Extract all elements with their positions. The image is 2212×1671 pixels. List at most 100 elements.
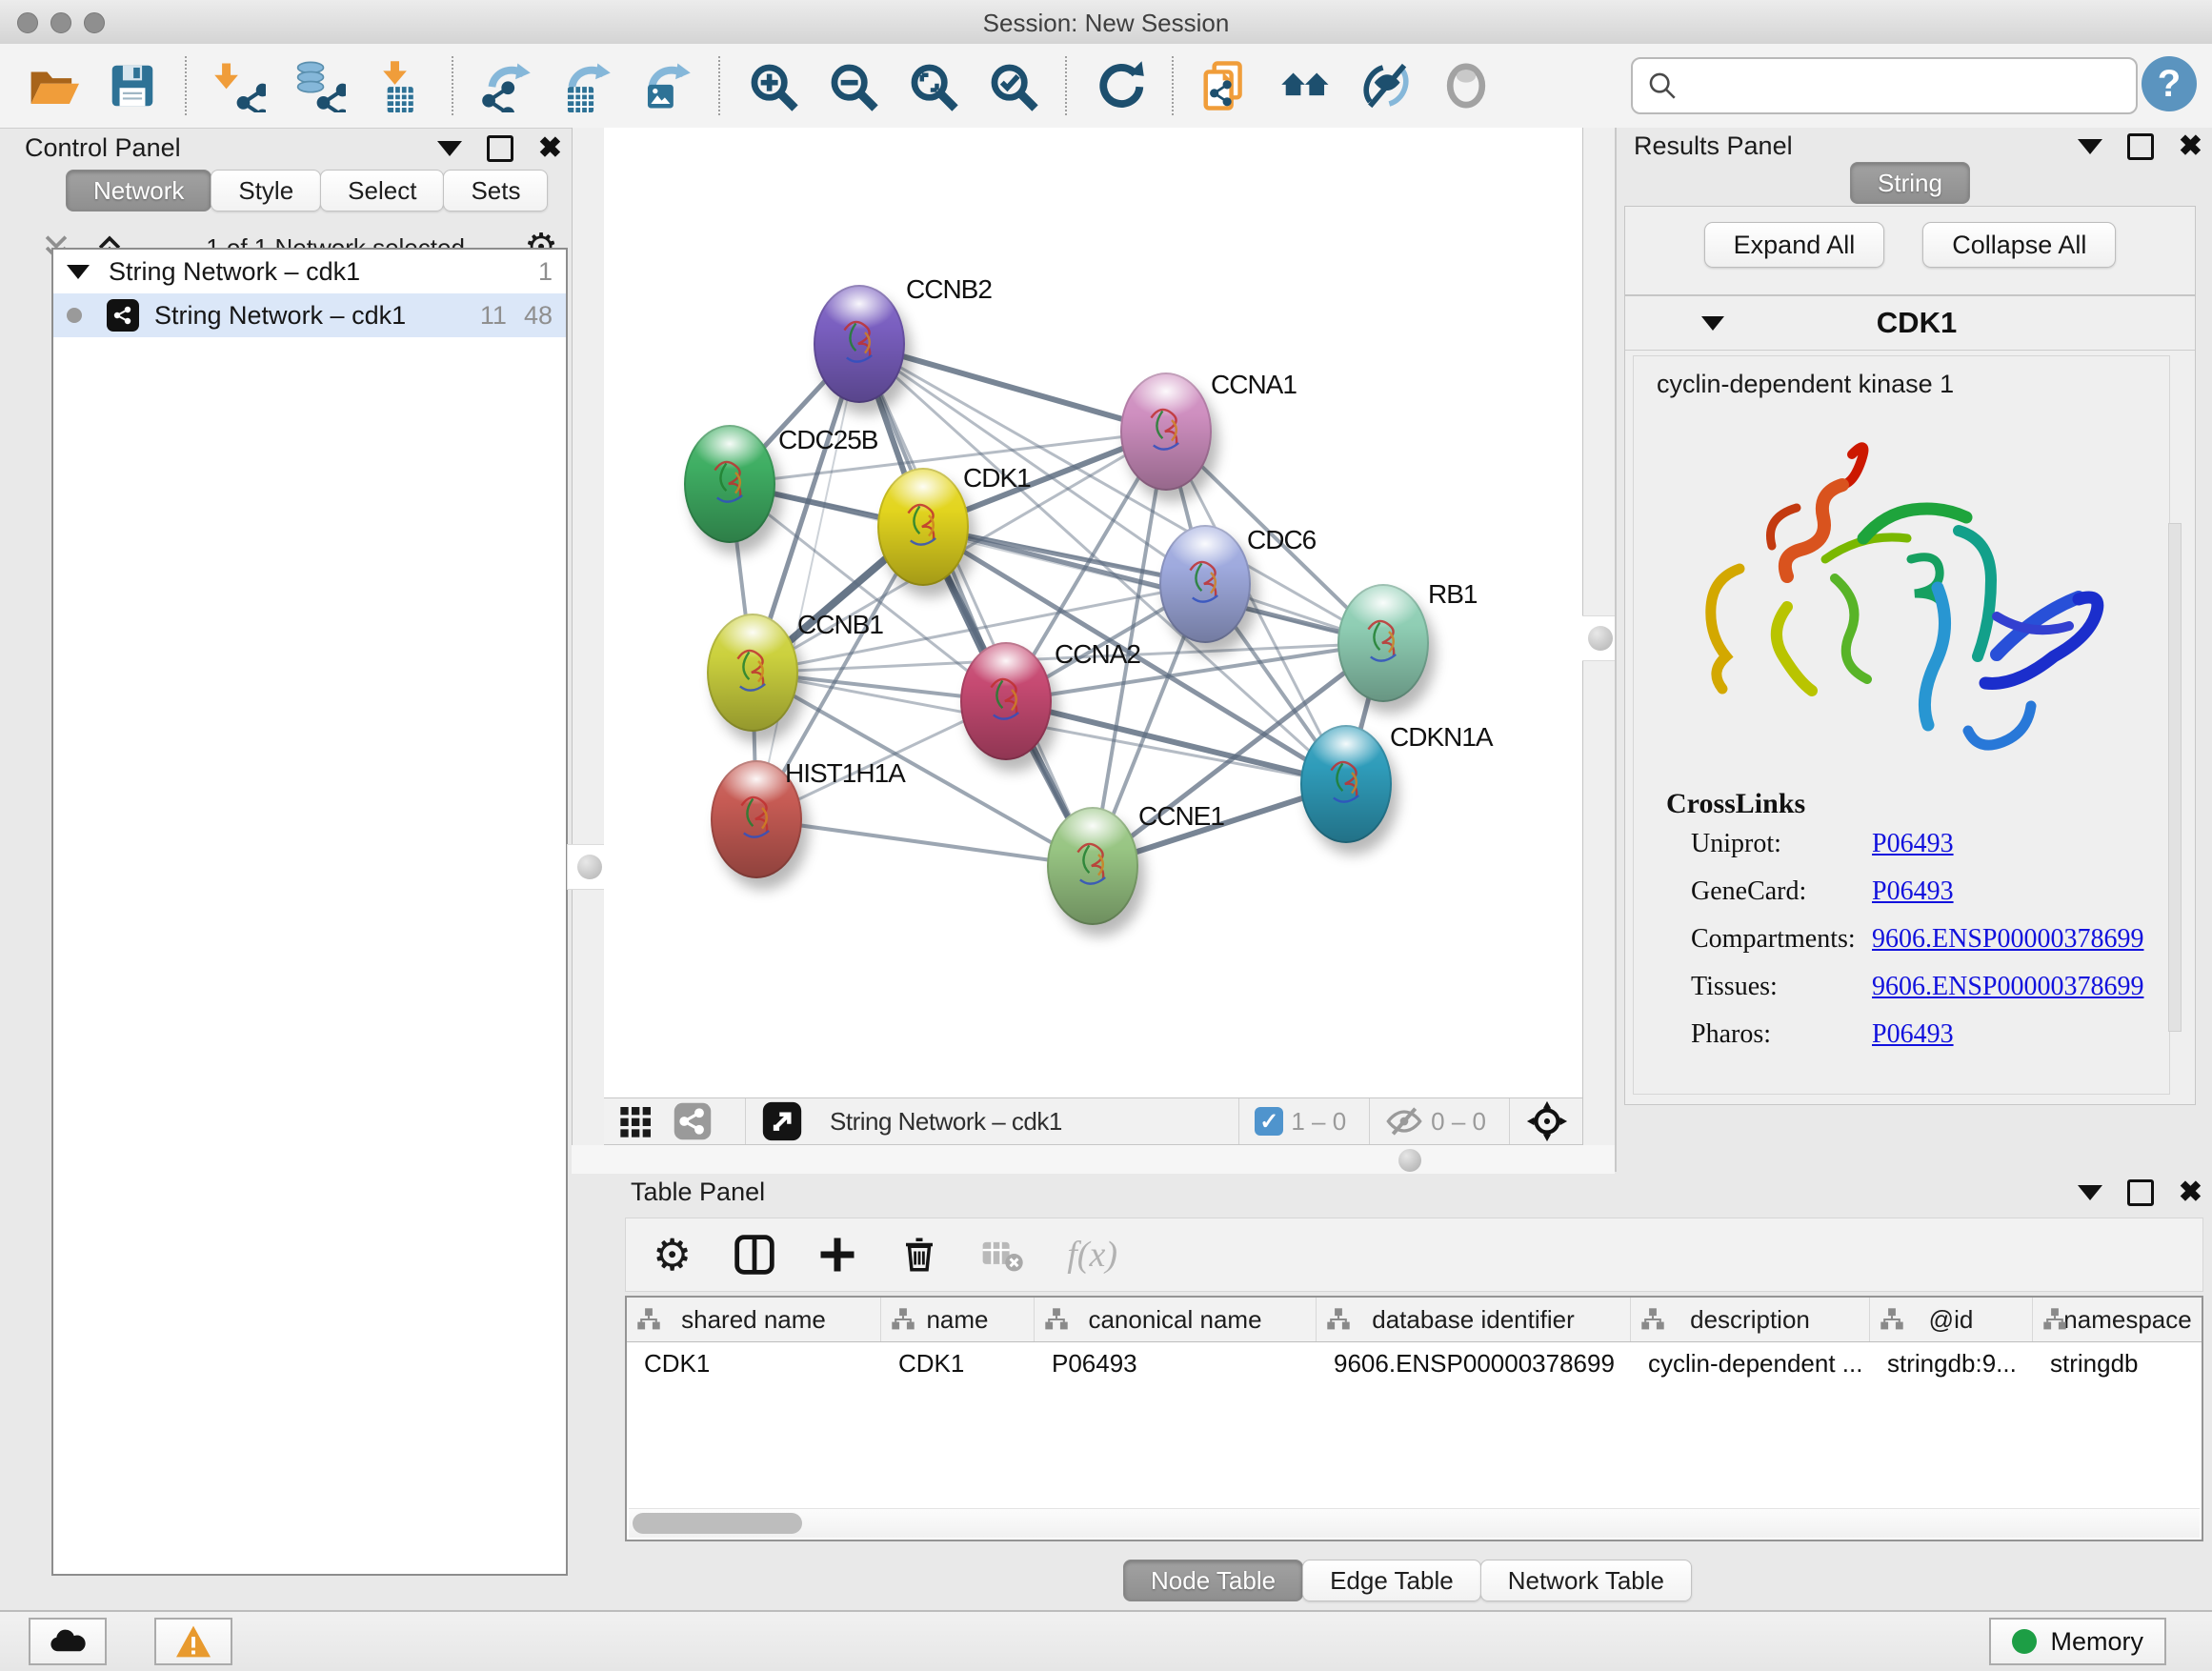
node-CCNB2[interactable] (814, 285, 905, 403)
delete-column-icon[interactable] (899, 1235, 939, 1275)
column-header-name[interactable]: name (881, 1298, 1035, 1341)
table-hscrollbar-thumb[interactable] (633, 1513, 802, 1534)
table-row[interactable]: CDK1CDK1P064939606.ENSP00000378699cyclin… (627, 1342, 2202, 1384)
hide-graphics-icon[interactable] (1358, 58, 1414, 113)
column-header-namespace[interactable]: namespace (2033, 1298, 2212, 1341)
edge-CCNB2-HIST1H1A[interactable] (756, 344, 859, 819)
right-splitter[interactable] (1582, 128, 1617, 1172)
column-header-shared-name[interactable]: shared name (627, 1298, 881, 1341)
expand-all-button[interactable]: Expand All (1704, 222, 1885, 268)
crosslink-link[interactable]: 9606.ENSP00000378699 (1872, 924, 2143, 955)
search-input[interactable] (1688, 70, 2122, 102)
help-button[interactable]: ? (2142, 56, 2197, 111)
column-header-id[interactable]: @id (1870, 1298, 2033, 1341)
warnings-button[interactable] (154, 1618, 232, 1665)
panel-menu-icon[interactable] (2078, 1185, 2102, 1200)
table-panel-title: Table Panel (631, 1178, 765, 1207)
home-layout-icon[interactable] (1278, 58, 1334, 113)
table-cell[interactable]: stringdb (2033, 1342, 2212, 1384)
panel-menu-icon[interactable] (2078, 139, 2102, 154)
tab-sets[interactable]: Sets (443, 170, 548, 211)
column-header-database-identifier[interactable]: database identifier (1317, 1298, 1631, 1341)
node-CDKN1A[interactable] (1300, 725, 1392, 843)
panel-menu-icon[interactable] (437, 141, 462, 156)
node-CCNE1[interactable] (1047, 807, 1138, 925)
close-panel-icon[interactable]: ✖ (2179, 1182, 2202, 1203)
copy-network-icon[interactable] (1198, 58, 1254, 113)
node-CDC6[interactable] (1159, 525, 1251, 643)
table-settings-gear-icon[interactable]: ⚙ (653, 1236, 692, 1274)
export-image-icon[interactable] (638, 58, 694, 113)
collapse-all-button[interactable]: Collapse All (1922, 222, 2116, 268)
tree-expand-icon[interactable] (67, 265, 90, 279)
close-panel-icon[interactable]: ✖ (538, 138, 562, 159)
import-table-icon[interactable] (372, 58, 427, 113)
node-CDC25B[interactable] (684, 425, 775, 543)
tab-select[interactable]: Select (320, 170, 444, 211)
node-CCNB1[interactable] (707, 614, 798, 732)
show-columns-icon[interactable] (734, 1234, 775, 1276)
selected-checkbox-icon[interactable]: ✓ (1255, 1107, 1283, 1136)
table-cell[interactable]: 9606.ENSP00000378699 (1317, 1342, 1631, 1384)
zoom-out-icon[interactable] (825, 58, 880, 113)
node-CDK1[interactable] (877, 468, 969, 586)
edge-CCNB2-CCNA1[interactable] (859, 344, 1166, 432)
import-database-icon[interactable] (292, 58, 347, 113)
zoom-fit-icon[interactable] (905, 58, 960, 113)
tab-edge-table[interactable]: Edge Table (1302, 1560, 1481, 1601)
tab-network[interactable]: Network (66, 170, 211, 211)
node-CCNA1[interactable] (1120, 372, 1212, 491)
tab-node-table[interactable]: Node Table (1123, 1560, 1303, 1601)
crosslink-label: Tissues: (1691, 972, 1872, 1002)
search-box[interactable] (1631, 57, 2138, 114)
export-network-icon[interactable] (478, 58, 533, 113)
column-header-description[interactable]: description (1631, 1298, 1870, 1341)
save-session-icon[interactable] (105, 58, 160, 113)
crosslink-link[interactable]: P06493 (1872, 876, 1954, 907)
network-collection-row[interactable]: String Network – cdk1 1 (53, 250, 566, 293)
zoom-in-icon[interactable] (745, 58, 800, 113)
fit-selected-target-icon[interactable] (1525, 1099, 1569, 1143)
network-canvas[interactable]: CCNB2CCNA1CDC25BCDK1CDC6RB1CCNB1CCNA2CDK… (604, 128, 1582, 1097)
open-session-icon[interactable] (25, 58, 80, 113)
refresh-network-icon[interactable] (1092, 58, 1147, 113)
crosslink-link[interactable]: P06493 (1872, 829, 1954, 859)
edge-HIST1H1A-CCNE1[interactable] (756, 819, 1093, 866)
node-CCNA2[interactable] (960, 642, 1052, 760)
hidden-eye-icon[interactable] (1385, 1102, 1423, 1140)
close-panel-icon[interactable]: ✖ (2179, 136, 2202, 157)
crosslink-link[interactable]: P06493 (1872, 1019, 1954, 1050)
entry-collapse-icon[interactable] (1701, 316, 1724, 331)
memory-button[interactable]: Memory (1989, 1618, 2166, 1665)
import-network-icon[interactable] (211, 58, 267, 113)
column-header-canonical-name[interactable]: canonical name (1035, 1298, 1317, 1341)
tab-network-table[interactable]: Network Table (1480, 1560, 1692, 1601)
table-cell[interactable]: stringdb:9... (1870, 1342, 2033, 1384)
horizontal-splitter[interactable] (572, 1145, 1615, 1175)
grid-view-icon[interactable] (617, 1102, 655, 1140)
left-splitter[interactable] (572, 128, 606, 1172)
tab-style[interactable]: Style (211, 170, 321, 211)
table-hscrollbar[interactable] (629, 1508, 2200, 1538)
table-cell[interactable]: cyclin-dependent ... (1631, 1342, 1870, 1384)
table-cell[interactable]: CDK1 (627, 1342, 881, 1384)
table-cell[interactable]: P06493 (1035, 1342, 1317, 1384)
birds-eye-view-icon[interactable] (761, 1100, 803, 1142)
node-table[interactable]: shared namenamecanonical namedatabase id… (625, 1296, 2203, 1541)
tab-string[interactable]: String (1850, 162, 1970, 204)
node-RB1[interactable] (1337, 584, 1429, 702)
add-column-icon[interactable] (817, 1235, 857, 1275)
cloud-services-button[interactable] (29, 1618, 107, 1665)
network-badge-icon[interactable] (673, 1101, 713, 1141)
results-scrollbar[interactable] (2168, 523, 2182, 1032)
export-table-icon[interactable] (558, 58, 613, 113)
float-panel-icon[interactable] (2127, 1179, 2154, 1206)
network-row-selected[interactable]: String Network – cdk1 11 48 (53, 293, 566, 337)
crosslink-link[interactable]: 9606.ENSP00000378699 (1872, 972, 2143, 1002)
table-cell[interactable]: CDK1 (881, 1342, 1035, 1384)
float-panel-icon[interactable] (2127, 133, 2154, 160)
show-graphics-icon[interactable] (1438, 58, 1494, 113)
zoom-selected-icon[interactable] (985, 58, 1040, 113)
float-panel-icon[interactable] (487, 135, 513, 162)
horizontal-splitter-handle[interactable] (1398, 1149, 1421, 1172)
